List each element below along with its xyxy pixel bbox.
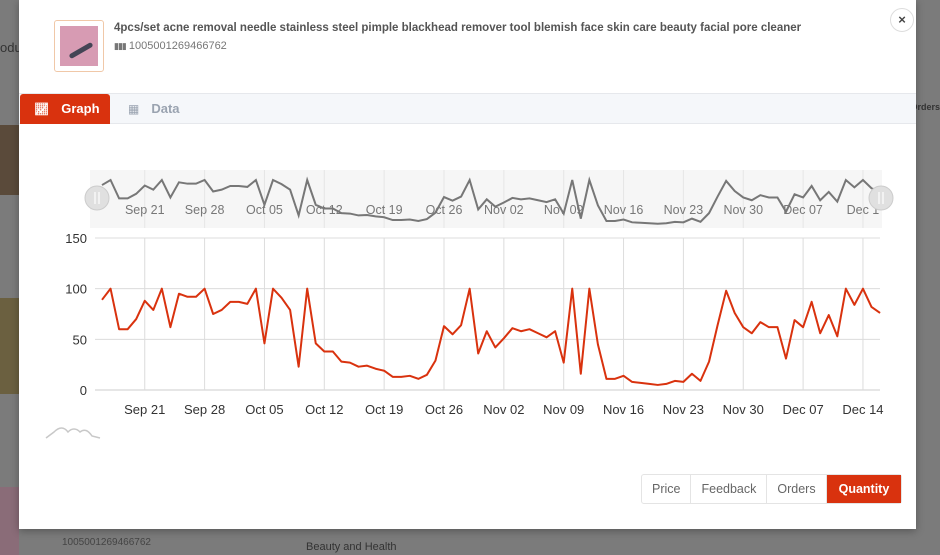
navigator-tick-label: Sep 28: [185, 203, 225, 217]
x-tick-label: Oct 12: [305, 402, 343, 417]
x-tick-label: Dec 14: [842, 402, 883, 417]
x-tick-label: Nov 09: [543, 402, 584, 417]
x-tick-label: Oct 19: [365, 402, 403, 417]
chart-logo-icon: [45, 427, 101, 439]
navigator-tick-label: Sep 21: [125, 203, 165, 217]
quantity-chart: Sep 21 Sep 28 Oct 05 Oct 12 Oct 19 Oct 26 Nov …: [45, 170, 894, 439]
y-tick-label: 150: [65, 231, 87, 246]
y-tick-label: 50: [73, 332, 87, 347]
x-tick-label: Sep 28: [184, 402, 225, 417]
x-tick-label: Nov 30: [723, 402, 764, 417]
navigator-tick-label: Nov 30: [723, 203, 763, 217]
navigator-tick-label: Nov 23: [664, 203, 704, 217]
x-tick-label: Sep 21: [124, 402, 165, 417]
navigator-right-handle[interactable]: [868, 185, 894, 211]
navigator-tick-label: Nov 02: [484, 203, 524, 217]
x-tick-label: Nov 16: [603, 402, 644, 417]
x-tick-label: Nov 02: [483, 402, 524, 417]
x-tick-label: Oct 26: [425, 402, 463, 417]
y-tick-label: 100: [65, 282, 87, 297]
navigator-tick-label: Nov 16: [604, 203, 644, 217]
x-tick-label: Dec 07: [782, 402, 823, 417]
y-tick-label: 0: [80, 383, 87, 398]
quantity-series-line: [101, 287, 881, 386]
x-tick-label: Oct 05: [245, 402, 283, 417]
navigator-left-handle[interactable]: [84, 185, 110, 211]
x-tick-label: Nov 23: [663, 402, 704, 417]
